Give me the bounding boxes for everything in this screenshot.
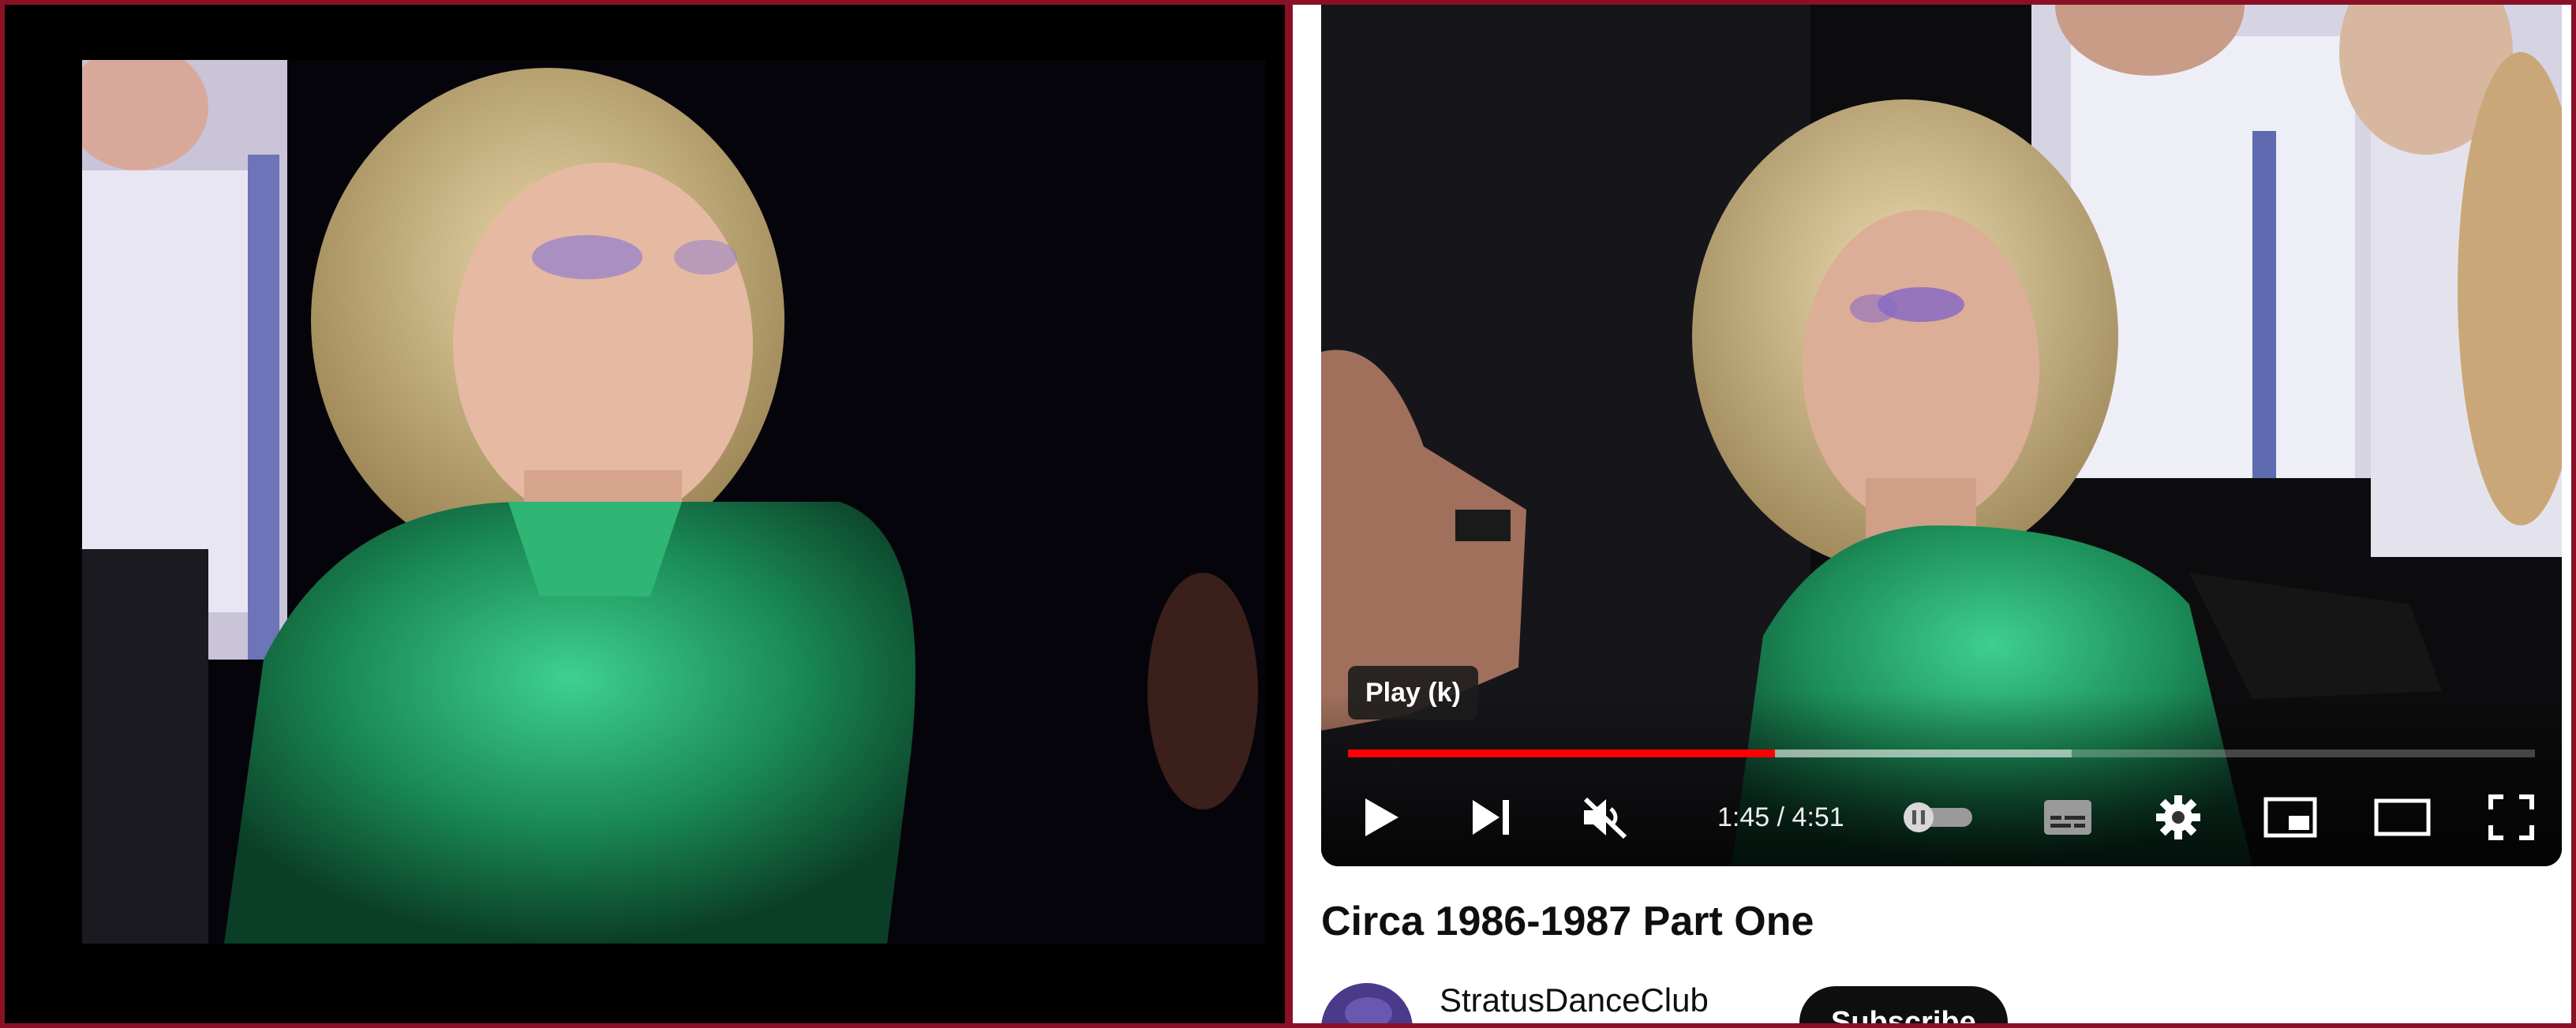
time-display: 1:45 / 4:51 [1717,784,1844,850]
subtitles-icon [2044,800,2091,835]
player-controls: 1:45 / 4:51 [1321,784,2562,850]
fullscreen-button[interactable] [2478,784,2544,850]
settings-icon [2156,795,2200,839]
theater-mode-icon [2374,798,2431,836]
theater-mode-button[interactable] [2369,784,2436,850]
settings-button[interactable] [2145,784,2211,850]
left-video-frame [82,60,1266,944]
progress-bar[interactable] [1348,750,2535,757]
mute-button[interactable] [1572,784,1638,850]
subscribe-button[interactable]: Subscribe [1799,986,2008,1023]
time-total: 4:51 [1792,802,1844,832]
next-icon [1473,800,1509,835]
autoplay-toggle-icon [1904,802,1972,832]
play-button[interactable] [1348,784,1414,850]
next-button[interactable] [1458,784,1525,850]
left-video-image [82,60,1266,944]
time-separator: / [1769,802,1792,832]
channel-name[interactable]: StratusDanceClub [1440,981,1709,1019]
miniplayer-button[interactable] [2257,784,2323,850]
left-video-panel [5,5,1285,1023]
play-icon [1365,798,1398,836]
fullscreen-icon [2488,794,2534,840]
volume-muted-icon [1583,797,1627,839]
panel-divider [1285,5,1293,1023]
time-current: 1:45 [1717,802,1770,832]
channel-row: StratusDanceClub Subscribe [1321,975,2505,1023]
autoplay-toggle[interactable] [1894,784,1981,850]
play-tooltip: Play (k) [1348,666,1478,720]
channel-avatar[interactable] [1321,983,1413,1023]
progress-played [1348,750,1776,757]
miniplayer-icon [2263,797,2317,838]
youtube-watch-panel: Play (k) 1:45 / 4:51 Circa 1986-1987 Par… [1293,5,2571,1023]
video-title: Circa 1986-1987 Part One [1321,899,1814,944]
video-player[interactable]: Play (k) 1:45 / 4:51 [1321,5,2562,866]
subtitles-button[interactable] [2035,784,2101,850]
